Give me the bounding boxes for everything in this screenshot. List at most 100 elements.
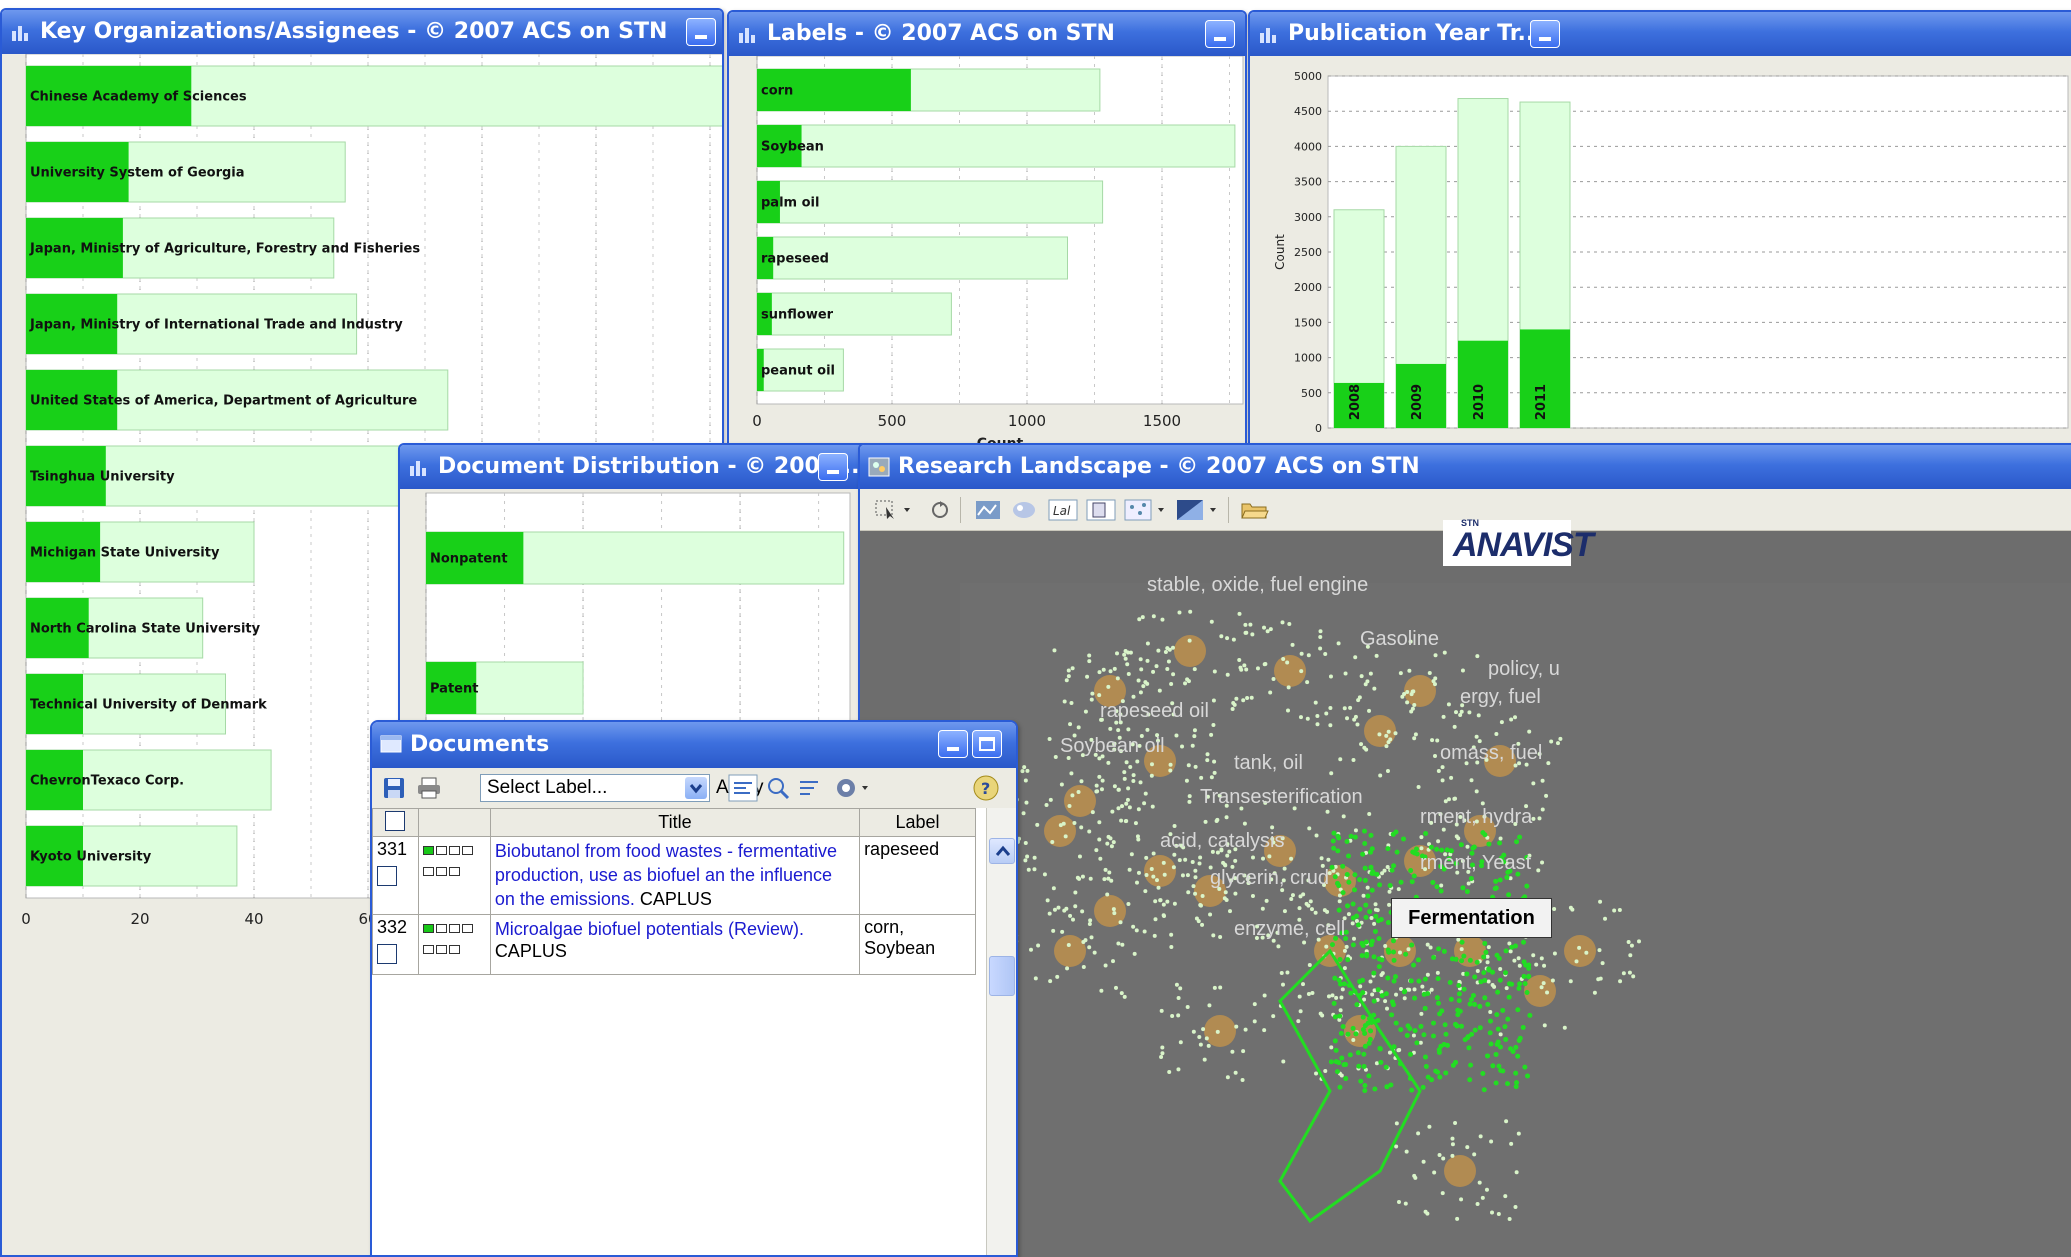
zoom-icon[interactable] [764,774,792,802]
document-point [1282,909,1287,914]
document-view-icon[interactable] [1086,499,1116,521]
highlighted-point [1500,1007,1506,1013]
minimize-button[interactable] [1530,20,1560,48]
pubyear-window[interactable]: Publication Year Tr... 0 500 1000 1500 2000 2… [1248,10,2071,448]
column-header[interactable]: Title [489,808,861,837]
row-checkbox[interactable] [377,944,397,964]
documents-titlebar[interactable]: Documents [372,722,1016,768]
document-point [1112,784,1117,789]
document-point [1387,1050,1392,1055]
help-icon[interactable]: ? [972,774,1000,802]
document-point [1329,1045,1334,1050]
map-view-icon[interactable] [974,499,1002,521]
color-map-icon[interactable] [1176,499,1220,521]
document-point [1139,667,1144,672]
highlighted-point [1353,1031,1359,1037]
column-header[interactable]: Label [859,808,976,837]
orgs-titlebar[interactable]: Key Organizations/Assignees - © 2007 ACS… [2,10,722,54]
view-3d-icon[interactable] [1010,499,1038,521]
chevron-down-icon[interactable] [685,777,707,799]
highlighted-point [1336,835,1342,841]
print-icon[interactable] [416,776,442,800]
highlighted-point [1372,929,1378,935]
row-checkbox[interactable] [377,866,397,886]
status-cell [417,836,491,915]
highlighted-point [1364,951,1370,957]
highlighted-point [1517,981,1523,987]
document-point [1252,1002,1257,1007]
document-point [1442,650,1447,655]
folder-open-icon[interactable] [1240,499,1270,521]
labels-titlebar[interactable]: Labels - © 2007 ACS on STN [729,12,1245,56]
sort-icon[interactable] [796,774,824,802]
highlighted-point [1433,1068,1439,1074]
documents-window[interactable]: Documents Select Label... Apply [370,720,1018,1257]
title-cell[interactable]: Microalgae biofuel potentials (Review). … [489,914,861,975]
document-point [1193,891,1198,896]
labels-toggle-icon[interactable]: Lal [1048,499,1078,521]
maximize-button[interactable] [972,730,1002,758]
document-point [1244,630,1249,635]
y-tick-label: 1000 [1294,352,1322,365]
document-point [1281,657,1286,662]
minimize-button[interactable] [818,453,848,481]
document-point [1355,722,1360,727]
scroll-thumb[interactable] [989,956,1015,996]
save-icon[interactable] [382,776,406,800]
document-point [1072,821,1077,826]
document-point [1527,729,1532,734]
minimize-button[interactable] [1205,20,1235,48]
document-point [1124,760,1129,765]
title-cell[interactable]: Biobutanol from food wastes - fermentati… [489,836,861,915]
document-point [1192,734,1197,739]
status-icon [461,846,473,855]
highlighted-point [1368,849,1374,855]
landscape-map[interactable] [860,531,2071,1257]
highlighted-point [1485,1001,1491,1007]
category-label: corn [761,84,793,99]
label-select[interactable]: Select Label... [480,774,710,802]
document-point [1546,761,1551,766]
select-all-header[interactable] [372,808,419,837]
document-point [1517,963,1522,968]
document-point [1212,985,1217,990]
document-point [1053,755,1058,760]
document-point [1439,883,1444,888]
labels-window[interactable]: Labels - © 2007 ACS on STN 0 500 1000 1500 c… [727,10,1247,448]
select-tool-icon[interactable] [874,499,914,521]
document-point [1460,668,1465,673]
filter-icon[interactable] [728,774,758,802]
document-point [1144,855,1149,860]
highlighted-point [1414,1040,1420,1046]
table-row[interactable]: 331 Biobutanol from food wastes - fermen… [372,836,976,915]
highlighted-point [1331,1000,1337,1006]
highlighted-point [1423,1064,1429,1070]
document-point [1485,960,1490,965]
document-point [1339,1073,1344,1078]
refresh-icon[interactable] [928,499,952,521]
document-point [1476,713,1481,718]
select-all-checkbox[interactable] [385,811,406,831]
landscape-titlebar[interactable]: Research Landscape - © 2007 ACS on STN [860,445,2071,489]
minimize-button[interactable] [686,18,716,46]
document-title-link[interactable]: Microalgae biofuel potentials (Review). [495,919,804,939]
document-point [1103,963,1108,968]
document-point [1144,873,1149,878]
docdist-titlebar[interactable]: Document Distribution - © 2007 ... [400,445,866,489]
highlighted-point [1389,867,1395,873]
document-point [1142,929,1147,934]
documents-scrollbar[interactable] [986,808,1016,1255]
tools-icon[interactable] [834,774,874,802]
minimize-button[interactable] [938,730,968,758]
highlighted-point [1434,995,1440,1001]
landscape-scatter[interactable] [860,531,2071,1257]
docdist-window[interactable]: Document Distribution - © 2007 ... 05 00… [398,443,868,743]
pubyear-titlebar[interactable]: Publication Year Tr... [1250,12,2071,56]
document-point [1435,738,1440,743]
document-point [1629,943,1634,948]
table-row[interactable]: 332 Microalgae biofuel potentials (Revie… [372,914,976,975]
scroll-up-button[interactable] [989,838,1015,864]
document-point [1407,668,1412,673]
highlighted-point [1340,863,1346,869]
scatter-view-icon[interactable] [1124,499,1168,521]
